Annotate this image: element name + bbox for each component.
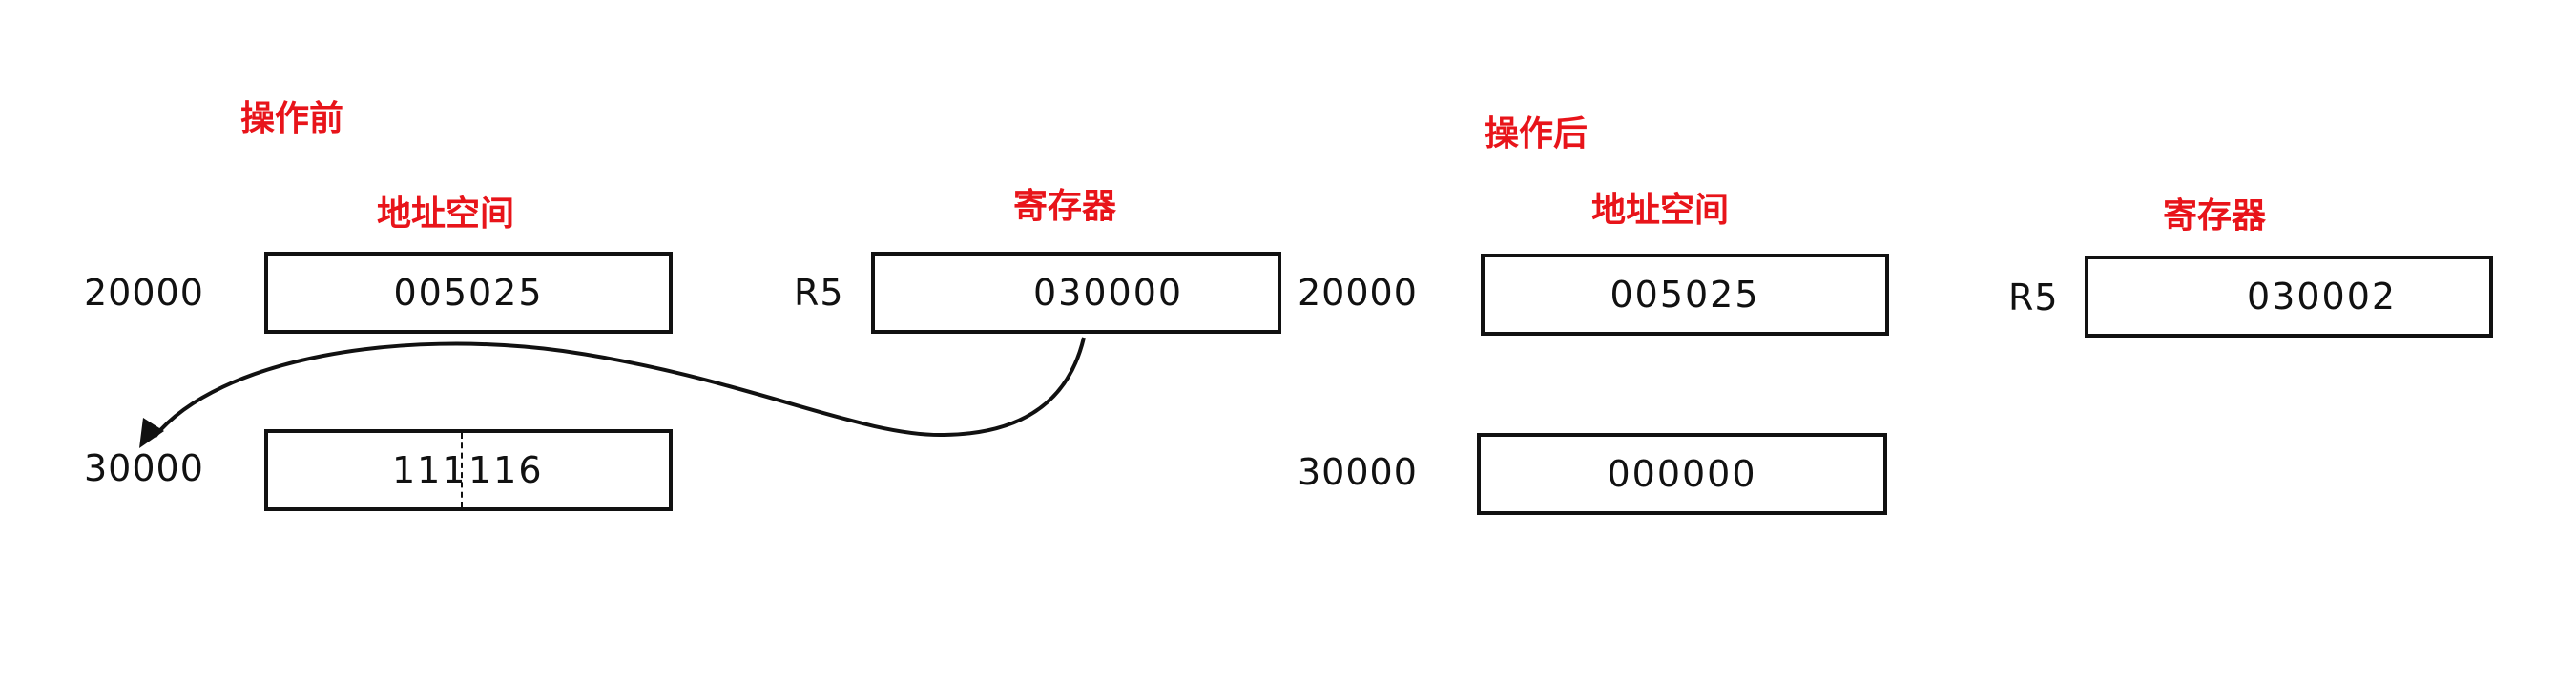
after-memory-cell-30000: 000000 (1477, 433, 1887, 515)
after-title: 操作后 (1485, 113, 1589, 154)
after-register-value: 030002 (2247, 276, 2398, 318)
after-memory-value-20000: 005025 (1610, 274, 1760, 316)
after-register-cell: 030002 (2085, 256, 2493, 338)
arrowhead-icon (139, 418, 164, 448)
after-address-20000: 20000 (1298, 272, 1418, 314)
curved-arrow-icon (139, 337, 1086, 448)
after-register-name: R5 (2008, 277, 2059, 319)
after-address-30000: 30000 (1298, 451, 1418, 493)
after-memory-heading: 地址空间 (1591, 190, 1730, 230)
after-memory-value-30000: 000000 (1607, 453, 1757, 495)
after-register-heading: 寄存器 (2163, 195, 2267, 236)
pointer-curve (153, 337, 1086, 439)
after-memory-cell-20000: 005025 (1481, 254, 1889, 336)
